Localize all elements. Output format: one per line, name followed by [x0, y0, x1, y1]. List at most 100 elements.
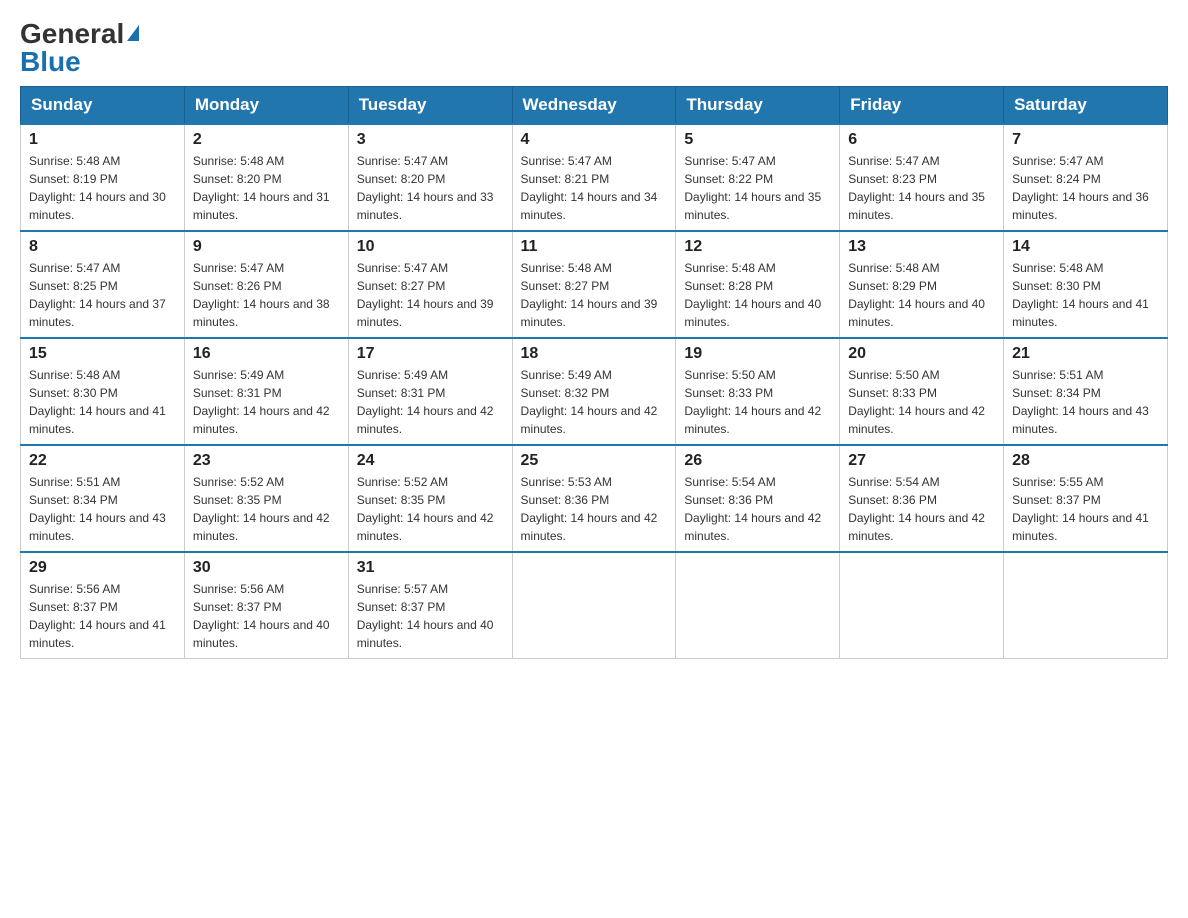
calendar-cell: 23 Sunrise: 5:52 AMSunset: 8:35 PMDaylig…: [184, 445, 348, 552]
calendar-cell: 30 Sunrise: 5:56 AMSunset: 8:37 PMDaylig…: [184, 552, 348, 659]
day-info: Sunrise: 5:48 AMSunset: 8:27 PMDaylight:…: [521, 259, 668, 331]
day-number: 6: [848, 131, 995, 149]
day-info: Sunrise: 5:50 AMSunset: 8:33 PMDaylight:…: [848, 366, 995, 438]
col-monday: Monday: [184, 87, 348, 125]
day-info: Sunrise: 5:49 AMSunset: 8:32 PMDaylight:…: [521, 366, 668, 438]
day-info: Sunrise: 5:47 AMSunset: 8:25 PMDaylight:…: [29, 259, 176, 331]
day-number: 14: [1012, 238, 1159, 256]
day-info: Sunrise: 5:49 AMSunset: 8:31 PMDaylight:…: [357, 366, 504, 438]
day-number: 23: [193, 452, 340, 470]
calendar-header-row: Sunday Monday Tuesday Wednesday Thursday…: [21, 87, 1168, 125]
calendar-week-row: 1 Sunrise: 5:48 AMSunset: 8:19 PMDayligh…: [21, 124, 1168, 231]
day-info: Sunrise: 5:56 AMSunset: 8:37 PMDaylight:…: [193, 580, 340, 652]
col-sunday: Sunday: [21, 87, 185, 125]
day-number: 4: [521, 131, 668, 149]
day-info: Sunrise: 5:47 AMSunset: 8:21 PMDaylight:…: [521, 152, 668, 224]
calendar-cell: 3 Sunrise: 5:47 AMSunset: 8:20 PMDayligh…: [348, 124, 512, 231]
day-number: 24: [357, 452, 504, 470]
day-info: Sunrise: 5:48 AMSunset: 8:20 PMDaylight:…: [193, 152, 340, 224]
day-info: Sunrise: 5:51 AMSunset: 8:34 PMDaylight:…: [29, 473, 176, 545]
day-info: Sunrise: 5:50 AMSunset: 8:33 PMDaylight:…: [684, 366, 831, 438]
day-number: 3: [357, 131, 504, 149]
day-info: Sunrise: 5:48 AMSunset: 8:19 PMDaylight:…: [29, 152, 176, 224]
day-info: Sunrise: 5:47 AMSunset: 8:27 PMDaylight:…: [357, 259, 504, 331]
col-tuesday: Tuesday: [348, 87, 512, 125]
calendar-cell: [840, 552, 1004, 659]
calendar-cell: [676, 552, 840, 659]
day-number: 8: [29, 238, 176, 256]
logo-general-text: General: [20, 20, 124, 48]
day-number: 1: [29, 131, 176, 149]
day-info: Sunrise: 5:51 AMSunset: 8:34 PMDaylight:…: [1012, 366, 1159, 438]
calendar-cell: 8 Sunrise: 5:47 AMSunset: 8:25 PMDayligh…: [21, 231, 185, 338]
logo: General Blue: [20, 20, 139, 76]
day-number: 16: [193, 345, 340, 363]
day-info: Sunrise: 5:54 AMSunset: 8:36 PMDaylight:…: [684, 473, 831, 545]
day-info: Sunrise: 5:47 AMSunset: 8:20 PMDaylight:…: [357, 152, 504, 224]
calendar-cell: 15 Sunrise: 5:48 AMSunset: 8:30 PMDaylig…: [21, 338, 185, 445]
calendar-cell: 11 Sunrise: 5:48 AMSunset: 8:27 PMDaylig…: [512, 231, 676, 338]
day-info: Sunrise: 5:48 AMSunset: 8:30 PMDaylight:…: [29, 366, 176, 438]
day-number: 15: [29, 345, 176, 363]
day-number: 5: [684, 131, 831, 149]
day-info: Sunrise: 5:55 AMSunset: 8:37 PMDaylight:…: [1012, 473, 1159, 545]
calendar-table: Sunday Monday Tuesday Wednesday Thursday…: [20, 86, 1168, 659]
day-number: 20: [848, 345, 995, 363]
calendar-cell: 17 Sunrise: 5:49 AMSunset: 8:31 PMDaylig…: [348, 338, 512, 445]
logo-triangle-icon: [127, 25, 139, 41]
col-thursday: Thursday: [676, 87, 840, 125]
day-info: Sunrise: 5:52 AMSunset: 8:35 PMDaylight:…: [193, 473, 340, 545]
day-number: 18: [521, 345, 668, 363]
day-info: Sunrise: 5:57 AMSunset: 8:37 PMDaylight:…: [357, 580, 504, 652]
calendar-week-row: 22 Sunrise: 5:51 AMSunset: 8:34 PMDaylig…: [21, 445, 1168, 552]
calendar-week-row: 8 Sunrise: 5:47 AMSunset: 8:25 PMDayligh…: [21, 231, 1168, 338]
day-info: Sunrise: 5:47 AMSunset: 8:22 PMDaylight:…: [684, 152, 831, 224]
day-number: 21: [1012, 345, 1159, 363]
calendar-week-row: 29 Sunrise: 5:56 AMSunset: 8:37 PMDaylig…: [21, 552, 1168, 659]
day-info: Sunrise: 5:47 AMSunset: 8:26 PMDaylight:…: [193, 259, 340, 331]
calendar-cell: 27 Sunrise: 5:54 AMSunset: 8:36 PMDaylig…: [840, 445, 1004, 552]
col-wednesday: Wednesday: [512, 87, 676, 125]
calendar-cell: 12 Sunrise: 5:48 AMSunset: 8:28 PMDaylig…: [676, 231, 840, 338]
day-number: 19: [684, 345, 831, 363]
calendar-cell: 22 Sunrise: 5:51 AMSunset: 8:34 PMDaylig…: [21, 445, 185, 552]
day-info: Sunrise: 5:49 AMSunset: 8:31 PMDaylight:…: [193, 366, 340, 438]
day-info: Sunrise: 5:48 AMSunset: 8:28 PMDaylight:…: [684, 259, 831, 331]
day-number: 29: [29, 559, 176, 577]
day-info: Sunrise: 5:48 AMSunset: 8:29 PMDaylight:…: [848, 259, 995, 331]
col-saturday: Saturday: [1004, 87, 1168, 125]
calendar-cell: 28 Sunrise: 5:55 AMSunset: 8:37 PMDaylig…: [1004, 445, 1168, 552]
day-number: 22: [29, 452, 176, 470]
day-number: 27: [848, 452, 995, 470]
calendar-cell: 4 Sunrise: 5:47 AMSunset: 8:21 PMDayligh…: [512, 124, 676, 231]
calendar-cell: 1 Sunrise: 5:48 AMSunset: 8:19 PMDayligh…: [21, 124, 185, 231]
calendar-cell: 14 Sunrise: 5:48 AMSunset: 8:30 PMDaylig…: [1004, 231, 1168, 338]
calendar-cell: 10 Sunrise: 5:47 AMSunset: 8:27 PMDaylig…: [348, 231, 512, 338]
day-number: 13: [848, 238, 995, 256]
day-info: Sunrise: 5:53 AMSunset: 8:36 PMDaylight:…: [521, 473, 668, 545]
calendar-cell: 21 Sunrise: 5:51 AMSunset: 8:34 PMDaylig…: [1004, 338, 1168, 445]
calendar-cell: 9 Sunrise: 5:47 AMSunset: 8:26 PMDayligh…: [184, 231, 348, 338]
day-info: Sunrise: 5:56 AMSunset: 8:37 PMDaylight:…: [29, 580, 176, 652]
page-header: General Blue: [20, 20, 1168, 76]
calendar-cell: 18 Sunrise: 5:49 AMSunset: 8:32 PMDaylig…: [512, 338, 676, 445]
day-info: Sunrise: 5:47 AMSunset: 8:23 PMDaylight:…: [848, 152, 995, 224]
calendar-cell: 5 Sunrise: 5:47 AMSunset: 8:22 PMDayligh…: [676, 124, 840, 231]
calendar-cell: 2 Sunrise: 5:48 AMSunset: 8:20 PMDayligh…: [184, 124, 348, 231]
calendar-cell: 29 Sunrise: 5:56 AMSunset: 8:37 PMDaylig…: [21, 552, 185, 659]
calendar-cell: 13 Sunrise: 5:48 AMSunset: 8:29 PMDaylig…: [840, 231, 1004, 338]
calendar-cell: 7 Sunrise: 5:47 AMSunset: 8:24 PMDayligh…: [1004, 124, 1168, 231]
day-number: 11: [521, 238, 668, 256]
day-info: Sunrise: 5:47 AMSunset: 8:24 PMDaylight:…: [1012, 152, 1159, 224]
day-info: Sunrise: 5:54 AMSunset: 8:36 PMDaylight:…: [848, 473, 995, 545]
logo-blue-text: Blue: [20, 48, 81, 76]
day-number: 26: [684, 452, 831, 470]
day-number: 25: [521, 452, 668, 470]
calendar-cell: 31 Sunrise: 5:57 AMSunset: 8:37 PMDaylig…: [348, 552, 512, 659]
calendar-cell: [1004, 552, 1168, 659]
day-number: 17: [357, 345, 504, 363]
calendar-cell: [512, 552, 676, 659]
calendar-cell: 20 Sunrise: 5:50 AMSunset: 8:33 PMDaylig…: [840, 338, 1004, 445]
calendar-week-row: 15 Sunrise: 5:48 AMSunset: 8:30 PMDaylig…: [21, 338, 1168, 445]
col-friday: Friday: [840, 87, 1004, 125]
